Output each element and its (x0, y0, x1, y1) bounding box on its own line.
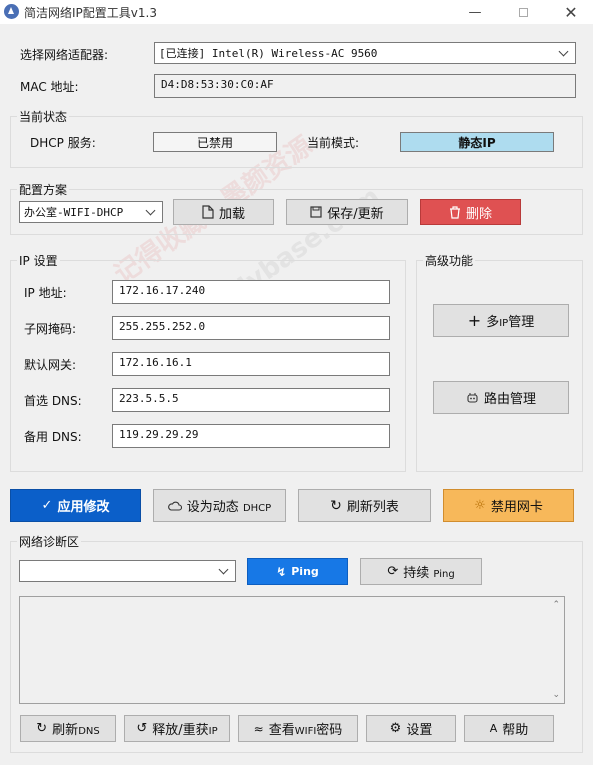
set-dhcp-button[interactable]: 设为动态 DHCP (153, 489, 286, 522)
settings-button[interactable]: ⚙ 设置 (366, 715, 456, 742)
ip-address-input[interactable]: 172.16.17.240 (112, 280, 390, 304)
secondary-dns-label: 备用 DNS: (24, 430, 82, 444)
save-icon (310, 206, 322, 218)
set-dhcp-label: 设为动态 (186, 500, 239, 515)
advanced-group (416, 260, 583, 472)
flush-dns-label: 刷新 (52, 723, 79, 738)
delete-button-label: 删除 (465, 206, 492, 222)
ping-target-select[interactable] (19, 560, 236, 582)
mode-status-value: 静态IP (400, 132, 554, 152)
plus-icon: + (467, 311, 482, 330)
profile-select[interactable]: 办公室-WIFI-DHCP (19, 201, 163, 223)
help-button[interactable]: A 帮助 (464, 715, 554, 742)
adapter-label: 选择网络适配器: (20, 48, 109, 62)
settings-button-label: 设置 (406, 723, 433, 738)
close-button[interactable]: ✕ (551, 0, 591, 24)
primary-dns-label: 首选 DNS: (24, 394, 82, 408)
primary-dns-input[interactable]: 223.5.5.5 (112, 388, 390, 412)
save-button[interactable]: 保存/更新 (286, 199, 408, 225)
continuous-ping-label: 持续 (403, 566, 430, 581)
gear-icon: ⚙ (389, 721, 402, 736)
advanced-title: 高级功能 (423, 252, 476, 269)
route-button[interactable]: 路由管理 (433, 381, 569, 414)
profile-value: 办公室-WIFI-DHCP (24, 206, 124, 219)
load-button[interactable]: 加载 (173, 199, 274, 225)
help-button-label: 帮助 (502, 723, 529, 738)
load-button-label: 加载 (218, 206, 245, 222)
bulb-icon: ☼ (474, 498, 486, 513)
apply-button-label: 应用修改 (57, 500, 110, 515)
wifi-prefix: 查看 (268, 723, 295, 738)
trash-icon (449, 205, 460, 219)
ping-output-area[interactable]: ⌃ ⌄ (19, 596, 565, 704)
app-icon (4, 4, 19, 19)
adapter-select[interactable]: [已连接] Intel(R) Wireless-AC 9560 (154, 42, 576, 64)
release-renew-small: IP (208, 726, 218, 737)
refresh-list-button[interactable]: ↻ 刷新列表 (298, 489, 431, 522)
gateway-input[interactable]: 172.16.16.1 (112, 352, 390, 376)
ip-settings-title: IP 设置 (17, 252, 60, 269)
continuous-ping-button[interactable]: ⟳ 持续 Ping (360, 558, 482, 585)
mode-label: 当前模式: (307, 136, 360, 150)
route-button-label: 路由管理 (483, 392, 536, 407)
adapter-value: [已连接] Intel(R) Wireless-AC 9560 (159, 47, 378, 60)
save-button-label: 保存/更新 (327, 206, 384, 222)
apply-button[interactable]: ✓ 应用修改 (10, 489, 141, 522)
view-wifi-password-button[interactable]: ≈ 查看WIFI密码 (238, 715, 358, 742)
chevron-down-icon (558, 46, 569, 56)
multi-ip-prefix: 多 (486, 315, 500, 330)
multi-ip-small: IP (499, 318, 509, 329)
translate-icon: A (489, 722, 498, 735)
set-dhcp-small: DHCP (242, 503, 272, 514)
cloud-icon (167, 501, 182, 511)
file-icon (202, 205, 214, 219)
delete-button[interactable]: 删除 (420, 199, 521, 225)
chevron-down-icon (145, 205, 156, 215)
status-group-title: 当前状态 (17, 108, 70, 125)
subnet-mask-input[interactable]: 255.255.252.0 (112, 316, 390, 340)
release-renew-button[interactable]: ↺ 释放/重获IP (124, 715, 230, 742)
disable-adapter-button[interactable]: ☼ 禁用网卡 (443, 489, 574, 522)
wifi-suffix: 密码 (316, 723, 343, 738)
chevron-down-icon (218, 564, 229, 574)
ip-label: IP 地址: (24, 286, 67, 300)
minimize-button[interactable]: — (455, 0, 495, 24)
refresh-list-label: 刷新列表 (346, 500, 399, 515)
profile-group-title: 配置方案 (17, 181, 70, 198)
dhcp-label: DHCP 服务: (30, 136, 96, 150)
maximize-button[interactable] (503, 0, 543, 24)
window-title: 简洁网络IP配置工具v1.3 (24, 6, 157, 20)
wifi-small: WIFI (294, 726, 317, 737)
refresh-icon: ↻ (36, 721, 48, 736)
mac-field[interactable]: D4:D8:53:30:C0:AF (154, 74, 576, 98)
multi-ip-suffix: 管理 (508, 315, 535, 330)
scroll-down-arrow[interactable]: ⌄ (552, 690, 560, 700)
release-renew-label: 释放/重获 (152, 723, 209, 738)
router-icon (467, 393, 478, 403)
secondary-dns-input[interactable]: 119.29.29.29 (112, 424, 390, 448)
lightning-icon: ↯ (276, 564, 287, 579)
ping-button[interactable]: ↯ Ping (247, 558, 348, 585)
ping-button-label: Ping (291, 565, 319, 578)
undo-icon: ↺ (136, 721, 148, 736)
scroll-up-arrow[interactable]: ⌃ (552, 600, 560, 610)
title-bar: 简洁网络IP配置工具v1.3 — ✕ (0, 0, 593, 24)
refresh-icon: ↻ (330, 497, 342, 514)
mac-label: MAC 地址: (20, 80, 79, 94)
loop-icon: ⟳ (387, 564, 399, 579)
wifi-icon: ≈ (253, 721, 264, 736)
multi-ip-button[interactable]: + 多IP管理 (433, 304, 569, 337)
check-icon: ✓ (41, 498, 53, 513)
dhcp-status-value: 已禁用 (153, 132, 277, 152)
subnet-label: 子网掩码: (24, 322, 77, 336)
continuous-ping-small: Ping (433, 569, 455, 580)
gateway-label: 默认网关: (24, 358, 77, 372)
flush-dns-small: DNS (78, 726, 100, 737)
diag-title: 网络诊断区 (17, 533, 82, 550)
disable-adapter-label: 禁用网卡 (490, 500, 543, 515)
flush-dns-button[interactable]: ↻ 刷新DNS (20, 715, 116, 742)
